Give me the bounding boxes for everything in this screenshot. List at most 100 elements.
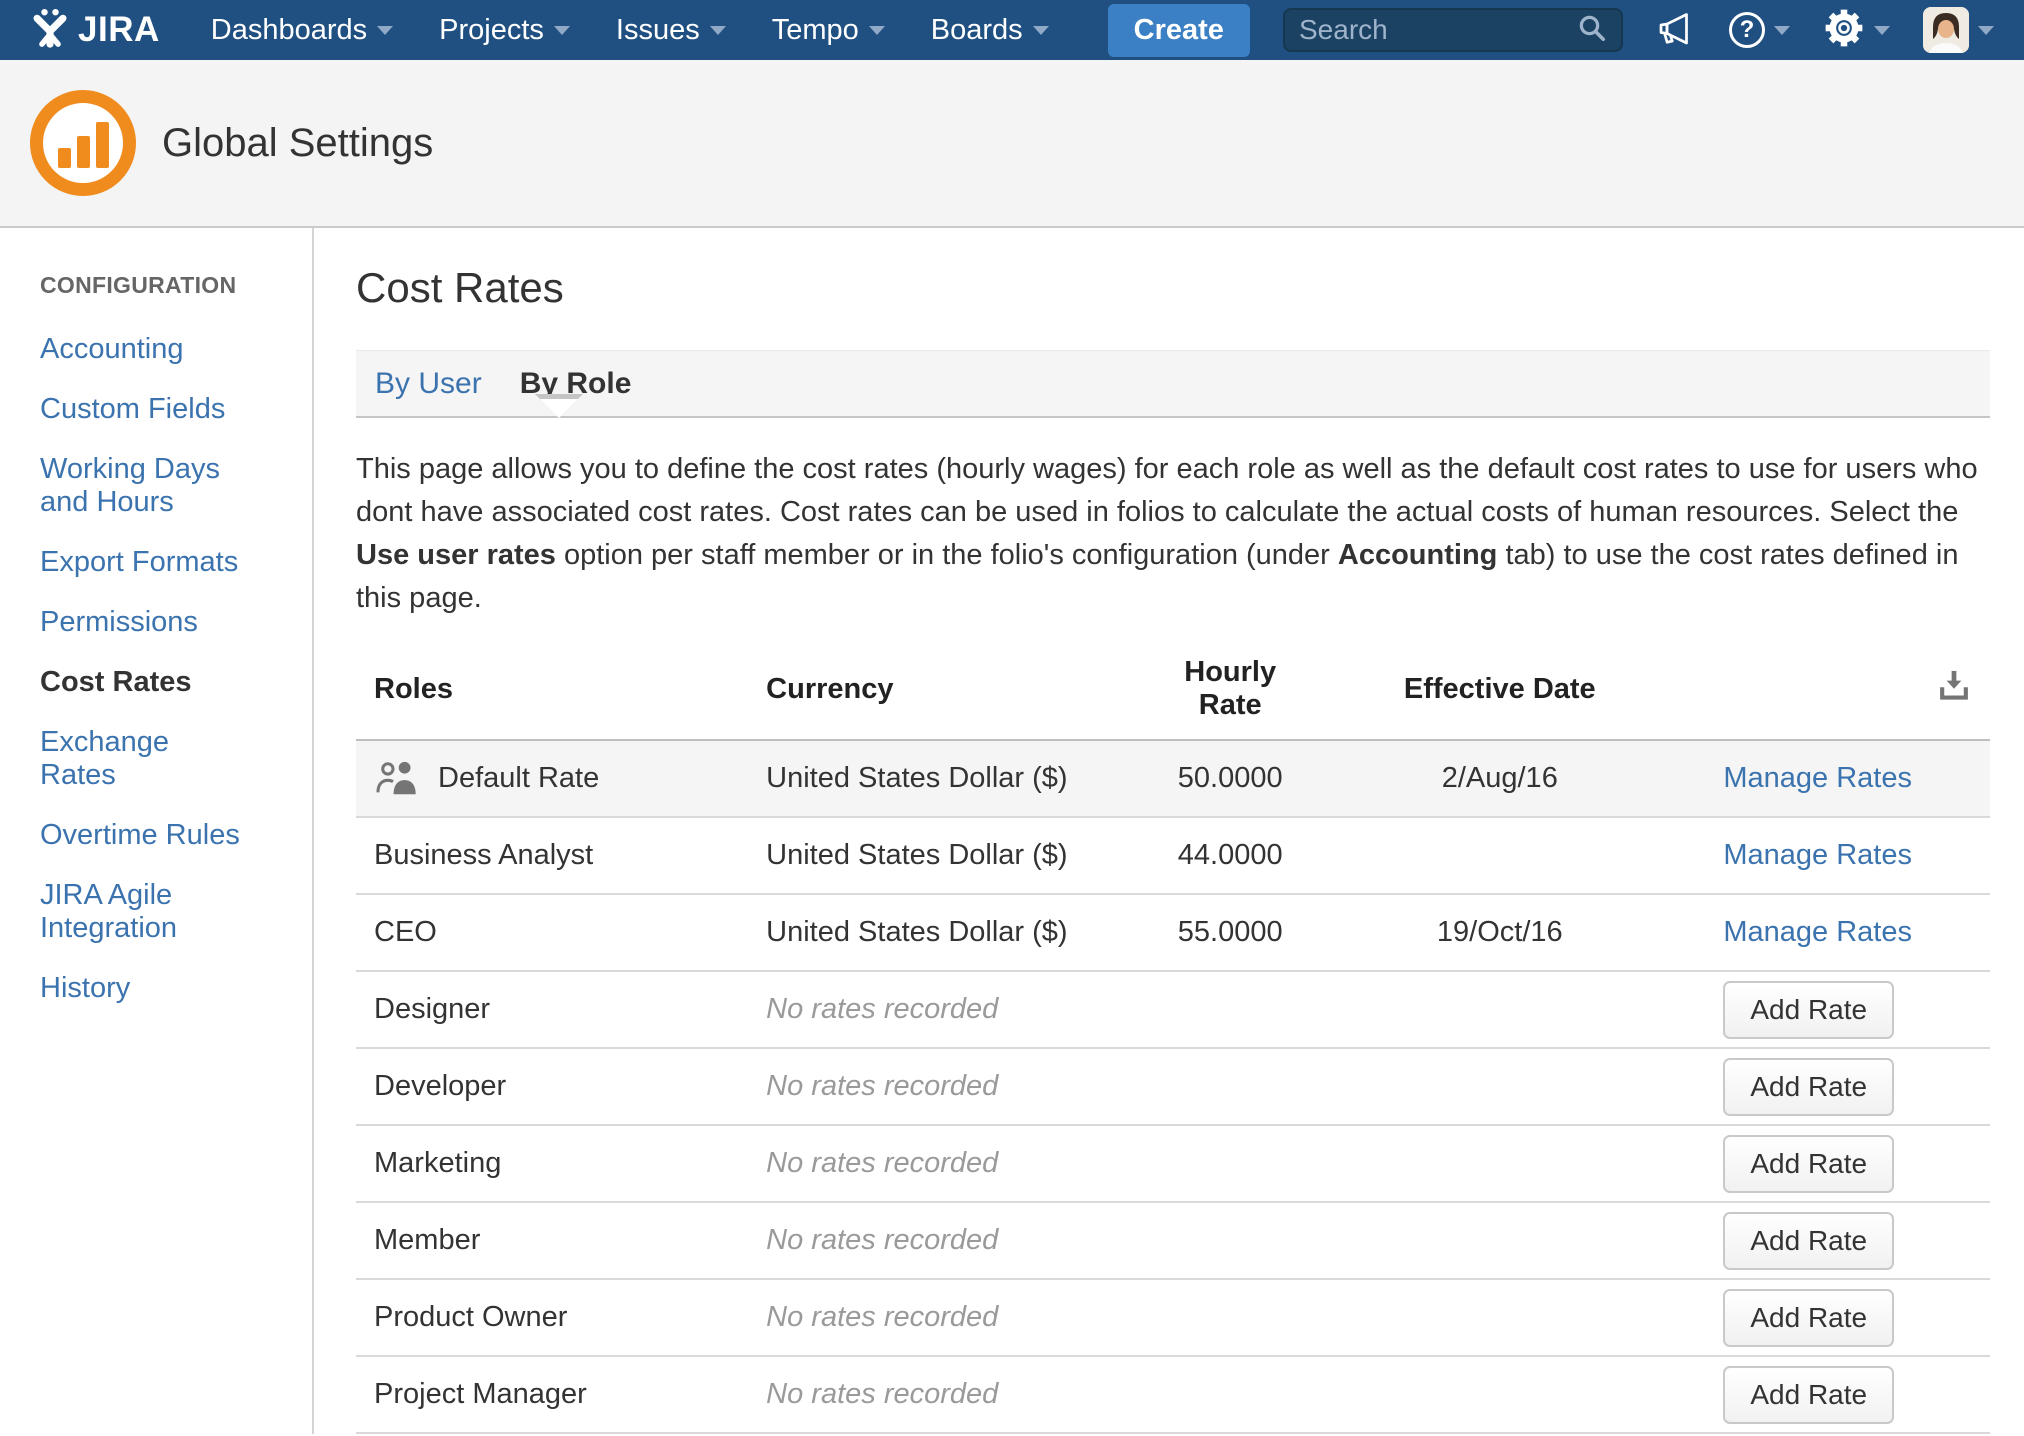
role-name: CEO bbox=[374, 916, 437, 949]
table-row: Designer No rates recorded Add Rate bbox=[356, 971, 1990, 1048]
chevron-down-icon bbox=[377, 26, 393, 35]
sidebar-item: Custom Fields bbox=[40, 393, 292, 426]
search-box[interactable] bbox=[1283, 8, 1623, 52]
page-title: Global Settings bbox=[162, 121, 433, 166]
no-rates-text: No rates recorded bbox=[748, 1356, 1132, 1433]
role-name: Designer bbox=[374, 993, 490, 1026]
effective-date-value bbox=[1328, 971, 1671, 1048]
role-cell: Product Owner bbox=[374, 1301, 730, 1334]
download-icon[interactable] bbox=[1936, 677, 1972, 709]
add-rate-button[interactable]: Add Rate bbox=[1723, 1212, 1894, 1270]
sidebar-item-export-formats[interactable]: Export Formats bbox=[40, 546, 292, 579]
nav-menu-label: Boards bbox=[931, 14, 1023, 47]
role-name: Developer bbox=[374, 1070, 506, 1103]
add-rate-button[interactable]: Add Rate bbox=[1723, 1289, 1894, 1347]
create-button[interactable]: Create bbox=[1108, 4, 1250, 57]
add-rate-button[interactable]: Add Rate bbox=[1723, 1058, 1894, 1116]
sidebar-item-accounting[interactable]: Accounting bbox=[40, 333, 292, 366]
sidebar-items: Accounting Custom Fields Working Days and … bbox=[40, 333, 292, 1005]
effective-date-value: 2/Aug/16 bbox=[1328, 740, 1671, 817]
section-title: Cost Rates bbox=[356, 264, 1990, 312]
no-rates-text: No rates recorded bbox=[748, 1433, 1132, 1434]
hourly-rate-value: 44.0000 bbox=[1132, 817, 1328, 894]
sidebar-item-cost-rates[interactable]: Cost Rates bbox=[40, 666, 292, 699]
table-header-row: RolesCurrencyHourly RateEffective Date bbox=[356, 642, 1990, 740]
cost-rates-table: RolesCurrencyHourly RateEffective Date D… bbox=[356, 642, 1990, 1434]
nav-menu-label: Dashboards bbox=[211, 14, 367, 47]
action-cell: Add Rate bbox=[1671, 971, 1990, 1048]
jira-logo-text: JIRA bbox=[78, 10, 160, 50]
table-row: Business AnalystUnited States Dollar ($)… bbox=[356, 817, 1990, 894]
add-rate-button[interactable]: Add Rate bbox=[1723, 981, 1894, 1039]
nav-menu-issues[interactable]: Issues bbox=[593, 0, 749, 60]
action-cell: Add Rate bbox=[1671, 1279, 1990, 1356]
chevron-down-icon bbox=[869, 26, 885, 35]
announcements-button[interactable] bbox=[1656, 10, 1696, 51]
hourly-rate-value bbox=[1132, 971, 1328, 1048]
navbar-right: ? bbox=[1283, 7, 1994, 54]
role-cell: Marketing bbox=[374, 1147, 730, 1180]
nav-menu-boards[interactable]: Boards bbox=[908, 0, 1072, 60]
role-name: Product Owner bbox=[374, 1301, 567, 1334]
search-input[interactable] bbox=[1299, 14, 1577, 46]
no-rates-text: No rates recorded bbox=[748, 971, 1132, 1048]
sidebar-item-working-days-and-hours[interactable]: Working Days and Hours bbox=[40, 453, 292, 519]
table-row: DeveloperNo rates recordedAdd Rate bbox=[356, 1048, 1990, 1125]
role-name: Marketing bbox=[374, 1147, 501, 1180]
sidebar-item-custom-fields[interactable]: Custom Fields bbox=[40, 393, 292, 426]
nav-menu-projects[interactable]: Projects bbox=[416, 0, 593, 60]
help-menu[interactable]: ? bbox=[1729, 12, 1790, 48]
sidebar-item: History bbox=[40, 972, 292, 1005]
table-row: Project ManagerNo rates recordedAdd Rate bbox=[356, 1356, 1990, 1433]
table-row: CEOUnited States Dollar ($)55.000019/Oct… bbox=[356, 894, 1990, 971]
column-header-roles: Roles bbox=[356, 642, 748, 740]
nav-menu-tempo[interactable]: Tempo bbox=[749, 0, 908, 60]
effective-date-value bbox=[1328, 1279, 1671, 1356]
sidebar-item-exchange-rates[interactable]: Exchange Rates bbox=[40, 726, 292, 792]
sidebar-item: Exchange Rates bbox=[40, 726, 292, 792]
help-icon: ? bbox=[1729, 12, 1765, 48]
hourly-rate-value bbox=[1132, 1048, 1328, 1125]
manage-rates-link[interactable]: Manage Rates bbox=[1723, 916, 1912, 948]
hourly-rate-value: 50.0000 bbox=[1132, 740, 1328, 817]
sidebar-item-overtime-rules[interactable]: Overtime Rules bbox=[40, 819, 292, 852]
manage-rates-link[interactable]: Manage Rates bbox=[1723, 839, 1912, 871]
hourly-rate-value bbox=[1132, 1279, 1328, 1356]
megaphone-icon bbox=[1656, 10, 1696, 51]
add-rate-button[interactable]: Add Rate bbox=[1723, 1366, 1894, 1424]
user-menu[interactable] bbox=[1923, 7, 1994, 53]
role-cell: Designer bbox=[374, 993, 730, 1026]
sidebar-item-history[interactable]: History bbox=[40, 972, 292, 1005]
tab-by-user[interactable]: By User bbox=[356, 367, 501, 401]
column-header-effective-date: Effective Date bbox=[1328, 642, 1671, 740]
description-bold-text: Use user rates bbox=[356, 539, 556, 571]
page-header: Global Settings bbox=[0, 60, 2024, 228]
hourly-rate-value bbox=[1132, 1125, 1328, 1202]
effective-date-value bbox=[1328, 1433, 1671, 1434]
hourly-rate-value bbox=[1132, 1202, 1328, 1279]
effective-date-value bbox=[1328, 1048, 1671, 1125]
nav-menu-dashboards[interactable]: Dashboards bbox=[188, 0, 416, 60]
sidebar-item-jira-agile-integration[interactable]: JIRA Agile Integration bbox=[40, 879, 292, 945]
effective-date-value bbox=[1328, 1125, 1671, 1202]
role-cell: Member bbox=[374, 1224, 730, 1257]
jira-logo-icon bbox=[30, 7, 70, 54]
no-rates-text: No rates recorded bbox=[748, 1279, 1132, 1356]
settings-menu[interactable] bbox=[1823, 7, 1890, 54]
manage-rates-link[interactable]: Manage Rates bbox=[1723, 762, 1912, 794]
gear-icon bbox=[1823, 7, 1865, 54]
top-navbar: JIRA Dashboards ProjectsIssuesTempo Boards… bbox=[0, 0, 2024, 60]
role-name: Business Analyst bbox=[374, 839, 593, 872]
main-panel: Cost Rates By UserBy Role This page allo… bbox=[314, 228, 2024, 1434]
sidebar-item: Cost Rates bbox=[40, 666, 292, 699]
jira-logo[interactable]: JIRA bbox=[30, 7, 160, 54]
search-icon[interactable] bbox=[1577, 13, 1607, 48]
effective-date-value bbox=[1328, 817, 1671, 894]
chevron-down-icon bbox=[1774, 26, 1790, 35]
hourly-rate-value bbox=[1132, 1433, 1328, 1434]
sidebar-item: Accounting bbox=[40, 333, 292, 366]
main-menu: Dashboards ProjectsIssuesTempo Boards bbox=[188, 0, 1072, 60]
add-rate-button[interactable]: Add Rate bbox=[1723, 1135, 1894, 1193]
sidebar-item-permissions[interactable]: Permissions bbox=[40, 606, 292, 639]
page-description: This page allows you to define the cost … bbox=[356, 448, 1990, 620]
